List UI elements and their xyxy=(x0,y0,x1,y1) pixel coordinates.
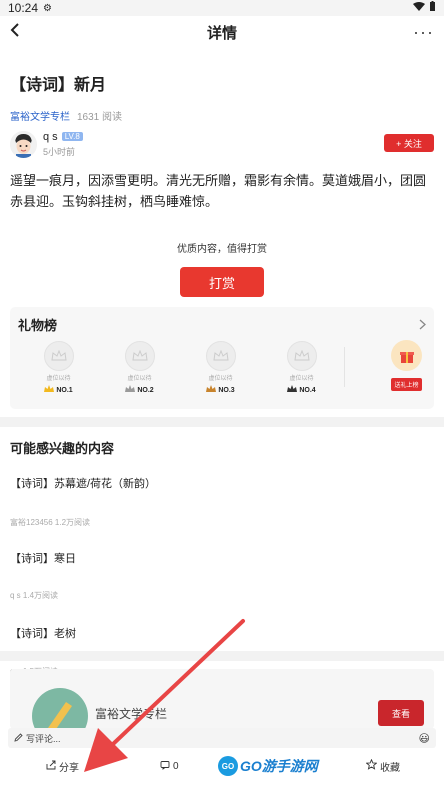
watermark-logo: GO xyxy=(218,756,238,776)
watermark-text: GO游手游网 xyxy=(240,758,318,774)
gift-ranking-card[interactable]: 礼物榜 虚位以待 NO.1 虚位以待 NO.2 虚位以待 NO.3 虚位以待 N… xyxy=(10,307,434,409)
crown-icon xyxy=(205,341,236,371)
crown-rank-icon xyxy=(206,385,217,395)
status-bar: 10:24 ⚙ xyxy=(0,0,444,16)
list-item-title: 【诗词】老树 xyxy=(10,628,76,640)
crown-rank-icon xyxy=(125,385,136,395)
crown-rank-icon xyxy=(44,385,55,395)
list-item-title: 【诗词】寒日 xyxy=(10,553,76,565)
comments-button[interactable]: 0 xyxy=(160,760,179,773)
gift-slot-1: 虚位以待 NO.1 xyxy=(18,341,99,395)
follow-button[interactable]: + 关注 xyxy=(384,134,434,152)
section-divider xyxy=(0,651,444,661)
crown-icon xyxy=(124,341,155,371)
gift-box-icon xyxy=(391,340,422,371)
page-title: 详情 xyxy=(206,24,237,42)
chevron-left-icon[interactable] xyxy=(10,22,20,42)
favorite-label: 收藏 xyxy=(380,762,400,774)
level-badge: LV.8 xyxy=(61,132,83,141)
list-item-meta: 富裕123456 1.2万阅读 xyxy=(10,518,91,527)
column-name: 富裕文学专栏 xyxy=(95,707,168,721)
share-button[interactable]: 分享 xyxy=(46,759,79,774)
poem-body: 遥望一痕月，因添雪更明。清光无所赠，霜影有余情。莫道娥眉小，团圆赤县迎。玉钩斜挂… xyxy=(10,173,427,209)
send-gift-label: 送礼上榜 xyxy=(391,378,422,391)
reward-text: 优质内容，值得打赏 xyxy=(177,244,267,255)
slot-label: 虚位以待 xyxy=(208,376,233,382)
author-name[interactable]: q s xyxy=(43,131,58,143)
read-count: 1631 阅读 xyxy=(77,112,123,123)
share-label: 分享 xyxy=(59,762,79,774)
column-logo xyxy=(32,688,88,729)
watermark: GO GO游手游网 xyxy=(218,756,318,776)
list-item[interactable]: 【诗词】寒日 q s 1.4万阅读 xyxy=(0,550,444,601)
crown-icon xyxy=(43,341,74,371)
comment-input[interactable]: 写评论... 😃 xyxy=(8,728,436,748)
share-icon xyxy=(46,760,56,773)
comment-icon xyxy=(160,760,170,773)
emoji-icon[interactable]: 😃 xyxy=(419,732,430,745)
send-gift-button[interactable]: 送礼上榜 xyxy=(391,340,422,391)
comment-count: 0 xyxy=(173,760,179,772)
view-column-button[interactable]: 查看 xyxy=(378,700,424,726)
author-row: q s LV.8 5小时前 + 关注 xyxy=(0,130,444,158)
list-item[interactable]: 【诗词】苏幕遮/荷花（新韵） 富裕123456 1.2万阅读 xyxy=(0,475,444,528)
crown-rank-icon xyxy=(287,385,298,395)
slot-label: 虚位以待 xyxy=(289,376,314,382)
reward-button[interactable]: 打赏 xyxy=(180,267,264,297)
gift-slot-4: 虚位以待 NO.4 xyxy=(261,341,342,395)
avatar[interactable] xyxy=(10,130,37,158)
post-title: 【诗词】新月 xyxy=(10,77,107,94)
list-item-title: 【诗词】苏幕遮/荷花（新韵） xyxy=(10,478,157,490)
wifi-icon xyxy=(413,1,425,15)
battery-icon xyxy=(429,1,436,15)
post-time: 5小时前 xyxy=(43,146,76,157)
slot-label: 虚位以待 xyxy=(127,376,152,382)
column-link[interactable]: 富裕文学专栏 xyxy=(10,108,70,123)
slot-rank: NO.4 xyxy=(299,386,316,394)
slot-rank: NO.1 xyxy=(56,386,73,394)
star-icon xyxy=(365,758,378,773)
gear-icon: ⚙ xyxy=(43,2,52,14)
post-meta: 富裕文学专栏 1631 阅读 xyxy=(0,95,444,123)
gift-slot-2: 虚位以待 NO.2 xyxy=(99,341,180,395)
comment-placeholder: 写评论... xyxy=(26,733,61,744)
gift-slot-3: 虚位以待 NO.3 xyxy=(180,341,261,395)
slot-rank: NO.3 xyxy=(218,386,235,394)
chevron-right-icon[interactable] xyxy=(419,317,426,333)
recommend-title: 可能感兴趣的内容 xyxy=(10,441,115,456)
slot-label: 虚位以待 xyxy=(46,376,71,382)
slot-rank: NO.2 xyxy=(137,386,154,394)
section-divider xyxy=(0,417,444,427)
status-time: 10:24 xyxy=(8,1,39,15)
list-item-meta: q s 1.4万阅读 xyxy=(10,591,59,600)
gift-ranking-title: 礼物榜 xyxy=(18,318,58,333)
more-icon[interactable]: ··· xyxy=(413,22,434,43)
divider xyxy=(344,347,345,387)
column-promo-card[interactable]: 富裕文学专栏 查看 xyxy=(10,669,434,729)
pencil-icon xyxy=(14,732,23,744)
nav-bar: 详情 ··· xyxy=(0,16,444,48)
favorite-button[interactable]: 收藏 xyxy=(365,758,400,774)
crown-icon xyxy=(286,341,317,371)
